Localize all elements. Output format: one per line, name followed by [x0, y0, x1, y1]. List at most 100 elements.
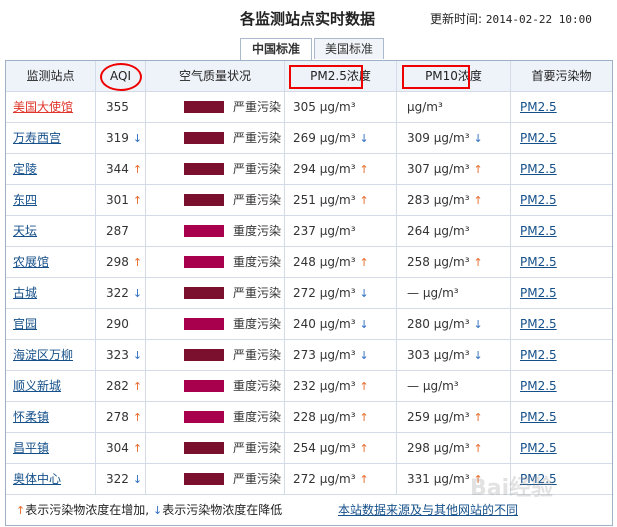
station-cell: 天坛 — [6, 216, 96, 246]
primary-pollutant-link[interactable]: PM2.5 — [520, 162, 557, 176]
pm25-value: 237 μg/m³ — [293, 224, 356, 238]
aqi-cell: 301 ↑ — [96, 185, 146, 215]
station-link[interactable]: 官园 — [13, 317, 37, 331]
aqi-value: 278 — [106, 410, 129, 424]
primary-pollutant-link[interactable]: PM2.5 — [520, 131, 557, 145]
station-cell: 顺义新城 — [6, 371, 96, 401]
table-row: 海淀区万柳 323 ↓ 严重污染 273 μg/m³ ↓ 303 μg/m³ ↓ PM2.5 — [6, 340, 612, 371]
pm10-cell: — μg/m³ — [397, 278, 511, 308]
pm10-highlight-box — [402, 65, 470, 89]
down-arrow-icon: ↓ — [153, 504, 163, 517]
station-link[interactable]: 怀柔镇 — [13, 410, 49, 424]
station-link[interactable]: 美国大使馆 — [13, 100, 73, 114]
pm25-value: 248 μg/m³ — [293, 255, 356, 269]
primary-cell: PM2.5 — [511, 185, 612, 215]
aqi-value: 290 — [106, 317, 129, 331]
col-primary: 首要污染物 — [531, 69, 592, 83]
pm25-highlight-box — [289, 65, 363, 89]
aqi-cell: 287 — [96, 216, 146, 246]
down-arrow-icon: ↓ — [132, 132, 143, 145]
station-link[interactable]: 东四 — [13, 193, 37, 207]
table-row: 东四 301 ↑ 严重污染 251 μg/m³ ↑ 283 μg/m³ ↑ PM2.5 — [6, 185, 612, 216]
aqi-cell: 322 ↓ — [96, 464, 146, 494]
primary-pollutant-link[interactable]: PM2.5 — [520, 224, 557, 238]
up-arrow-icon: ↑ — [359, 473, 369, 486]
station-cell: 万寿西宫 — [6, 123, 96, 153]
aqi-highlight-circle — [100, 63, 142, 91]
pm10-cell: 280 μg/m³ ↓ — [397, 309, 511, 339]
primary-pollutant-link[interactable]: PM2.5 — [520, 286, 557, 300]
station-cell: 官园 — [6, 309, 96, 339]
quality-cell: 重度污染 — [146, 247, 285, 277]
station-cell: 奥体中心 — [6, 464, 96, 494]
primary-cell: PM2.5 — [511, 154, 612, 184]
tab-china-standard[interactable]: 中国标准 — [240, 38, 312, 61]
station-link[interactable]: 万寿西宫 — [13, 131, 61, 145]
primary-cell: PM2.5 — [511, 309, 612, 339]
pm10-value: — μg/m³ — [407, 286, 459, 300]
pm25-value: 228 μg/m³ — [293, 410, 356, 424]
quality-label: 严重污染 — [233, 193, 282, 207]
primary-cell: PM2.5 — [511, 92, 612, 122]
up-arrow-icon: ↑ — [359, 411, 369, 424]
pm10-cell: 303 μg/m³ ↓ — [397, 340, 511, 370]
station-cell: 海淀区万柳 — [6, 340, 96, 370]
pm25-cell: 237 μg/m³ — [285, 216, 397, 246]
quality-label: 严重污染 — [233, 441, 282, 455]
pm10-value: 280 μg/m³ — [407, 317, 470, 331]
aqi-cell: 344 ↑ — [96, 154, 146, 184]
station-link[interactable]: 昌平镇 — [13, 441, 49, 455]
quality-cell: 严重污染 — [146, 185, 285, 215]
down-arrow-icon: ↓ — [132, 287, 143, 300]
pm10-value: 307 μg/m³ — [407, 162, 470, 176]
station-link[interactable]: 农展馆 — [13, 255, 49, 269]
watermark-logo: Bai经验 — [470, 476, 554, 501]
station-link[interactable]: 海淀区万柳 — [13, 348, 73, 362]
pm10-cell: 258 μg/m³ ↑ — [397, 247, 511, 277]
primary-pollutant-link[interactable]: PM2.5 — [520, 379, 557, 393]
aqi-cell: 282 ↑ — [96, 371, 146, 401]
pm25-cell: 305 μg/m³ — [285, 92, 397, 122]
pm10-cell: μg/m³ — [397, 92, 511, 122]
table-row: 定陵 344 ↑ 严重污染 294 μg/m³ ↑ 307 μg/m³ ↑ PM2.5 — [6, 154, 612, 185]
station-link[interactable]: 天坛 — [13, 224, 37, 238]
header-bar: 各监测站点实时数据 更新时间: 2014-02-22 10:00 — [0, 6, 617, 28]
pm25-cell: 228 μg/m³ ↑ — [285, 402, 397, 432]
quality-label: 重度污染 — [233, 410, 282, 424]
table-row: 顺义新城 282 ↑ 重度污染 232 μg/m³ ↑ — μg/m³ PM2.5 — [6, 371, 612, 402]
aqi-cell: 355 — [96, 92, 146, 122]
primary-pollutant-link[interactable]: PM2.5 — [520, 193, 557, 207]
quality-label: 重度污染 — [233, 379, 282, 393]
station-link[interactable]: 奥体中心 — [13, 472, 61, 486]
pm10-cell: 307 μg/m³ ↑ — [397, 154, 511, 184]
primary-cell: PM2.5 — [511, 402, 612, 432]
station-link[interactable]: 古城 — [13, 286, 37, 300]
aqi-value: 298 — [106, 255, 129, 269]
pm10-value: 259 μg/m³ — [407, 410, 470, 424]
aqi-value: 287 — [106, 224, 129, 238]
up-arrow-icon: ↑ — [132, 256, 143, 269]
quality-label: 严重污染 — [233, 131, 282, 145]
primary-pollutant-link[interactable]: PM2.5 — [520, 410, 557, 424]
primary-pollutant-link[interactable]: PM2.5 — [520, 100, 557, 114]
col-quality: 空气质量状况 — [146, 61, 285, 91]
table-row: 农展馆 298 ↑ 重度污染 248 μg/m³ ↑ 258 μg/m³ ↑ PM2.5 — [6, 247, 612, 278]
station-cell: 定陵 — [6, 154, 96, 184]
up-arrow-icon: ↑ — [473, 411, 483, 424]
down-arrow-icon: ↓ — [473, 318, 483, 331]
quality-color-swatch — [184, 287, 224, 299]
quality-color-swatch — [184, 411, 224, 423]
pm10-value: 331 μg/m³ — [407, 472, 470, 486]
primary-pollutant-link[interactable]: PM2.5 — [520, 317, 557, 331]
station-link[interactable]: 定陵 — [13, 162, 37, 176]
tab-us-standard[interactable]: 美国标准 — [314, 38, 384, 59]
pm25-value: 269 μg/m³ — [293, 131, 356, 145]
trend-legend: ↑表示污染物浓度在增加, ↓表示污染物浓度在降低 — [16, 495, 282, 526]
primary-pollutant-link[interactable]: PM2.5 — [520, 441, 557, 455]
primary-pollutant-link[interactable]: PM2.5 — [520, 255, 557, 269]
primary-pollutant-link[interactable]: PM2.5 — [520, 348, 557, 362]
station-link[interactable]: 顺义新城 — [13, 379, 61, 393]
up-arrow-icon: ↑ — [132, 163, 143, 176]
quality-color-swatch — [184, 225, 224, 237]
pm10-cell: 298 μg/m³ ↑ — [397, 433, 511, 463]
